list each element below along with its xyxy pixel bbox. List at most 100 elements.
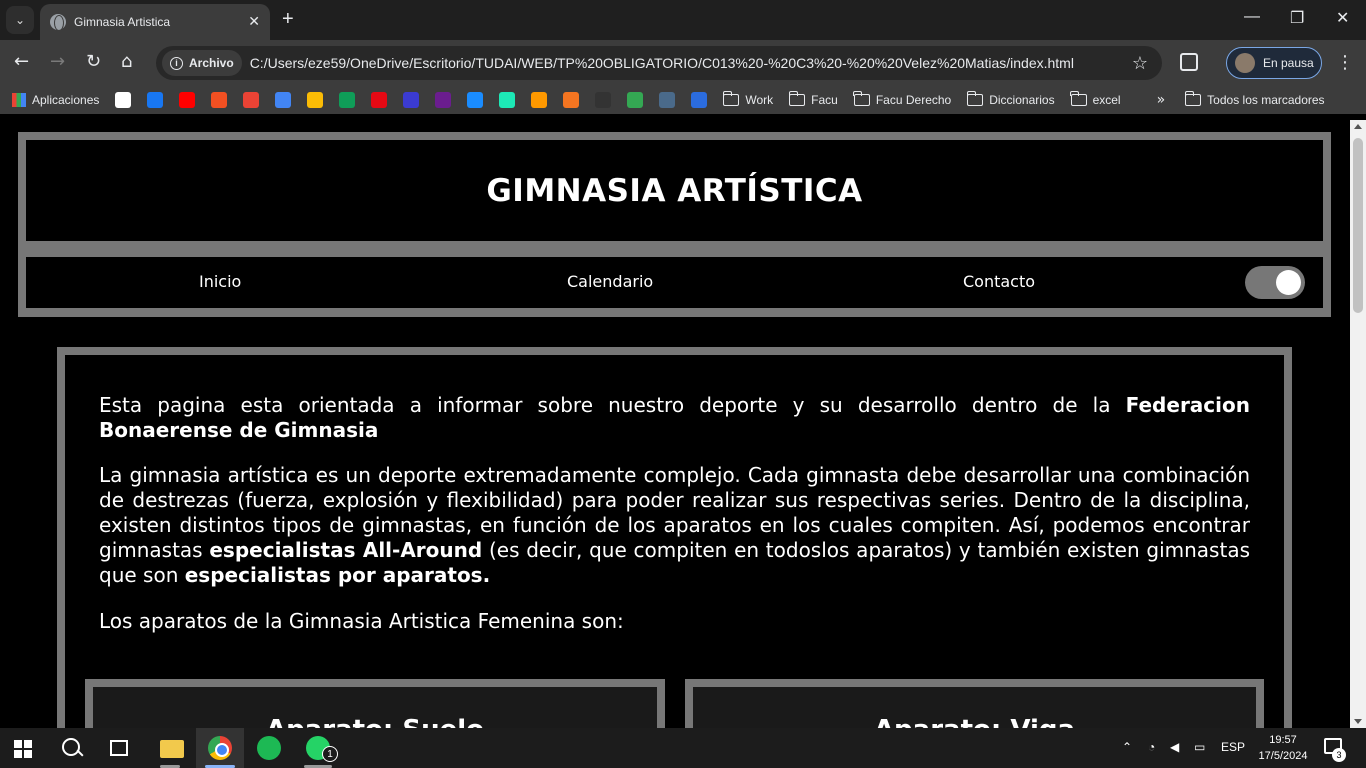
page-title: GIMNASIA ARTÍSTICA [486,172,863,209]
reload-icon[interactable]: ↻ [86,52,101,72]
nav-link-calendario[interactable]: Calendario [567,272,653,291]
apparatus-intro: Los aparatos de la Gimnasia Artistica Fe… [99,609,624,633]
calendar-icon[interactable] [275,92,292,108]
bookmark-folder-facu-derecho[interactable]: Facu Derecho [853,91,952,107]
facebook-icon[interactable] [147,92,164,108]
nav-link-inicio[interactable]: Inicio [199,272,241,291]
folder-icon [1070,91,1087,106]
home-icon[interactable]: ⌂ [121,52,132,72]
main-content-box: Esta pagina esta orientada a informar so… [57,347,1292,728]
apps-grid-icon [12,93,26,107]
keep-icon[interactable] [307,92,324,108]
forward-icon[interactable]: → [50,52,65,72]
folder-icon [853,91,870,106]
globe-icon [50,14,66,31]
bookmarks-overflow-icon[interactable]: » [1157,92,1166,108]
maps-icon[interactable] [627,92,644,108]
hangouts-icon[interactable] [339,92,356,108]
apparatus-card-suelo: Aparato: Suelo [85,679,665,728]
play-icon[interactable] [499,92,516,108]
profile-button[interactable]: En pausa [1226,47,1322,79]
bookmark-folder-excel[interactable]: excel [1070,91,1121,107]
card-inner: Aparato: Suelo [93,687,657,728]
bookmark-folder-label: Facu Derecho [875,93,952,107]
profile-label: En pausa [1263,56,1314,70]
bookmark-folder-facu[interactable]: Facu [788,91,838,107]
minimize-button[interactable]: — [1244,8,1260,26]
network-icon[interactable]: ◔ [1148,740,1155,754]
volume-icon[interactable]: ◀ [1170,740,1179,754]
site-blue-icon[interactable] [403,92,420,108]
search-icon[interactable] [60,736,84,760]
address-bar[interactable]: i Archivo C:/Users/eze59/OneDrive/Escrit… [156,46,1162,80]
af-icon[interactable] [595,92,612,108]
notifications-badge: 3 [1332,748,1346,762]
page-scrollbar[interactable] [1350,120,1366,728]
active-tab[interactable]: Gimnasia Artistica ✕ [40,4,270,40]
description-paragraph: La gimnasia artística es un deporte extr… [99,463,1250,588]
site-m-icon[interactable] [435,92,452,108]
site-info-label: Archivo [189,56,234,70]
bookmark-folder-work[interactable]: Work [722,91,774,107]
tab-search-button[interactable]: ⌄ [6,6,34,34]
amazon-icon[interactable] [531,92,548,108]
crunchyroll-icon[interactable] [563,92,580,108]
file-explorer-icon[interactable] [160,740,184,758]
bookmark-star-icon[interactable]: ☆ [1132,53,1148,74]
new-tab-button[interactable]: + [282,8,294,31]
card-title: Aparato: Suelo [93,715,657,728]
google-icon[interactable] [115,92,132,108]
extensions-icon[interactable] [1180,53,1198,71]
tab-title: Gimnasia Artistica [74,15,171,29]
nav-link-contacto[interactable]: Contacto [963,272,1035,291]
card-title: Aparato: Viga [693,715,1256,728]
page-viewport: GIMNASIA ARTÍSTICA Inicio Calendario Con… [0,120,1350,728]
url-text[interactable]: C:/Users/eze59/OneDrive/Escritorio/TUDAI… [250,55,1132,71]
intro-paragraph: Esta pagina esta orientada a informar so… [99,393,1250,443]
avatar [1235,53,1255,73]
windows-start-icon[interactable] [14,740,32,758]
folder-icon [1184,91,1202,106]
description-bold-1: especialistas All-Around [209,538,483,562]
all-bookmarks-label: Todos los marcadores [1207,93,1325,107]
language-indicator[interactable]: ESP [1221,740,1245,754]
card-inner: Aparato: Viga [693,687,1256,728]
cloud-icon[interactable] [659,92,676,108]
theme-toggle[interactable] [1245,266,1305,299]
youtube-icon[interactable] [179,92,196,108]
bookmarks-bar: Aplicaciones Work Facu Facu Derecho Dicc… [0,86,1366,114]
edge-icon[interactable] [467,92,484,108]
close-window-button[interactable]: ✕ [1336,8,1349,28]
bookmark-folder-label: Facu [811,93,838,107]
folder-icon [722,91,740,106]
maximize-button[interactable]: ❐ [1290,8,1304,28]
spotify-icon[interactable] [257,736,281,760]
netflix-icon[interactable] [371,92,388,108]
tray-overflow-icon[interactable]: ⌃ [1122,740,1132,754]
chrome-icon[interactable] [208,736,232,760]
lambda-icon[interactable] [691,92,708,108]
tab-close-icon[interactable]: ✕ [248,14,260,30]
taskbar: 1 ⌃ ◔ ◀ ▭ ESP 19:57 17/5/2024 3 [0,728,1366,768]
scroll-down-icon[interactable] [1354,719,1362,724]
all-bookmarks[interactable]: Todos los marcadores [1184,91,1325,107]
battery-icon[interactable]: ▭ [1194,740,1205,754]
bookmark-folder-diccionarios[interactable]: Diccionarios [966,91,1055,107]
back-icon[interactable]: ← [14,52,29,72]
task-view-icon[interactable] [110,740,128,756]
gmail-icon[interactable] [243,92,260,108]
bookmark-folder-label: Diccionarios [989,93,1055,107]
description-bold-2: especialistas por aparatos. [184,563,491,587]
scroll-up-icon[interactable] [1354,124,1362,129]
bookmark-apps-label: Aplicaciones [32,93,100,107]
main-content: Esta pagina esta orientada a informar so… [65,355,1284,728]
site-info-chip[interactable]: i Archivo [162,50,242,76]
folder-icon [966,91,984,106]
bookmark-apps[interactable]: Aplicaciones [12,93,99,107]
clock[interactable]: 19:57 17/5/2024 [1258,732,1308,764]
menu-kebab-icon[interactable]: ⋮ [1336,52,1354,73]
scroll-thumb[interactable] [1353,138,1363,313]
bookmark-folder-label: Work [745,93,774,107]
folder-icon [788,91,806,106]
microsoft-icon[interactable] [211,92,228,108]
